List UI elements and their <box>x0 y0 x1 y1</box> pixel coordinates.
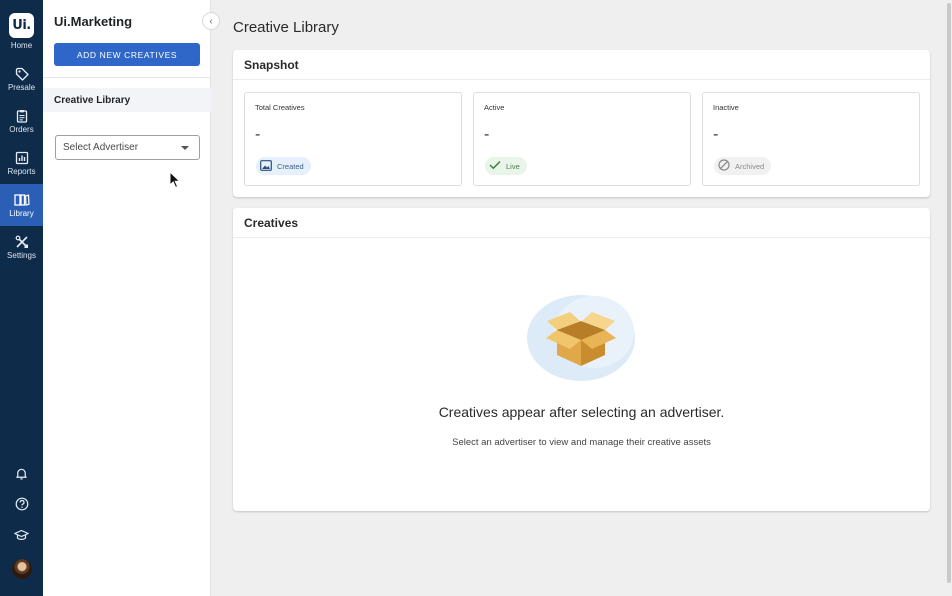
snapshot-title: Snapshot <box>244 57 299 72</box>
advertiser-select[interactable]: Select Advertiser <box>55 135 200 160</box>
rail-item-label: Library <box>9 208 34 218</box>
profile-button[interactable] <box>0 553 43 584</box>
status-badge-live: Live <box>485 157 527 175</box>
clipboard-icon <box>15 109 29 123</box>
open-box-icon <box>524 292 638 389</box>
rail-item-orders[interactable]: Orders <box>0 100 43 142</box>
status-badge-label: Archived <box>735 161 765 171</box>
academy-button[interactable] <box>0 522 43 553</box>
rail-item-label: Home <box>10 41 33 50</box>
rail-item-label: Settings <box>7 250 36 260</box>
avatar <box>11 558 32 579</box>
stat-card-value: - <box>713 126 719 143</box>
rail-item-library[interactable]: Library <box>0 184 43 226</box>
add-new-creatives-button[interactable]: ADD NEW CREATIVES <box>54 43 200 66</box>
rail-bottom-group <box>0 460 43 584</box>
rail-item-label: Presale <box>7 82 36 92</box>
snapshot-panel: Snapshot Total Creatives - Created Activ… <box>233 50 930 197</box>
stat-card-inactive: Inactive - Archived <box>702 92 920 186</box>
status-badge-label: Live <box>506 161 520 171</box>
empty-state-subtitle: Select an advertiser to view and manage … <box>452 437 711 448</box>
creatives-title: Creatives <box>244 215 299 230</box>
sidebar-item-label: Creative Library <box>54 94 131 106</box>
stat-card-title: Active <box>484 103 505 112</box>
page-title: Creative Library <box>233 19 339 36</box>
stat-card-total: Total Creatives - Created <box>244 92 462 186</box>
creatives-panel: Creatives Creatives appear after selecti… <box>233 208 930 511</box>
tools-icon <box>15 235 29 249</box>
page-scrollbar[interactable] <box>947 3 951 583</box>
chevron-down-icon <box>181 145 189 150</box>
collapse-sidebar-button[interactable]: ‹ <box>202 12 220 30</box>
sidebar-item-creative-library[interactable]: Creative Library <box>43 88 211 112</box>
library-icon <box>13 193 30 207</box>
notifications-button[interactable] <box>0 460 43 491</box>
help-icon <box>15 497 29 516</box>
status-badge-created: Created <box>256 157 311 175</box>
rail-item-label: Orders <box>9 124 34 134</box>
advertiser-select-placeholder: Select Advertiser <box>63 142 139 153</box>
rail-item-settings[interactable]: Settings <box>0 226 43 268</box>
secondary-sidebar: Ui.Marketing ADD NEW CREATIVES Creative … <box>43 0 211 596</box>
rail-item-presale[interactable]: Presale <box>0 58 43 100</box>
mouse-cursor-icon <box>169 170 181 194</box>
check-icon <box>489 160 501 172</box>
snapshot-header: Snapshot <box>233 50 930 80</box>
sidebar-divider <box>43 77 211 78</box>
snapshot-cards: Total Creatives - Created Active - Live … <box>244 92 920 186</box>
empty-state-title: Creatives appear after selecting an adve… <box>438 404 725 420</box>
bell-icon <box>15 467 28 485</box>
help-button[interactable] <box>0 491 43 522</box>
stat-card-value: - <box>484 126 490 143</box>
stat-card-active: Active - Live <box>473 92 691 186</box>
stat-card-title: Total Creatives <box>255 103 305 112</box>
image-icon <box>260 159 272 173</box>
graduation-cap-icon <box>14 529 29 547</box>
chart-icon <box>15 151 29 165</box>
status-badge-archived: Archived <box>714 157 772 175</box>
tag-icon <box>15 67 29 81</box>
rail-item-home[interactable]: Home <box>0 41 43 50</box>
nav-rail: Ui. Home Presale Orders Reports Library … <box>0 0 43 596</box>
app-title: Ui.Marketing <box>54 14 133 29</box>
status-badge-label: Created <box>277 161 304 171</box>
stat-card-value: - <box>255 126 261 143</box>
stat-card-title: Inactive <box>713 103 739 112</box>
rail-item-label: Reports <box>7 166 36 176</box>
app-logo[interactable]: Ui. <box>9 13 34 38</box>
rail-item-reports[interactable]: Reports <box>0 142 43 184</box>
creatives-header: Creatives <box>233 208 930 238</box>
ban-icon <box>718 159 730 173</box>
chevron-left-icon: ‹ <box>209 15 213 27</box>
